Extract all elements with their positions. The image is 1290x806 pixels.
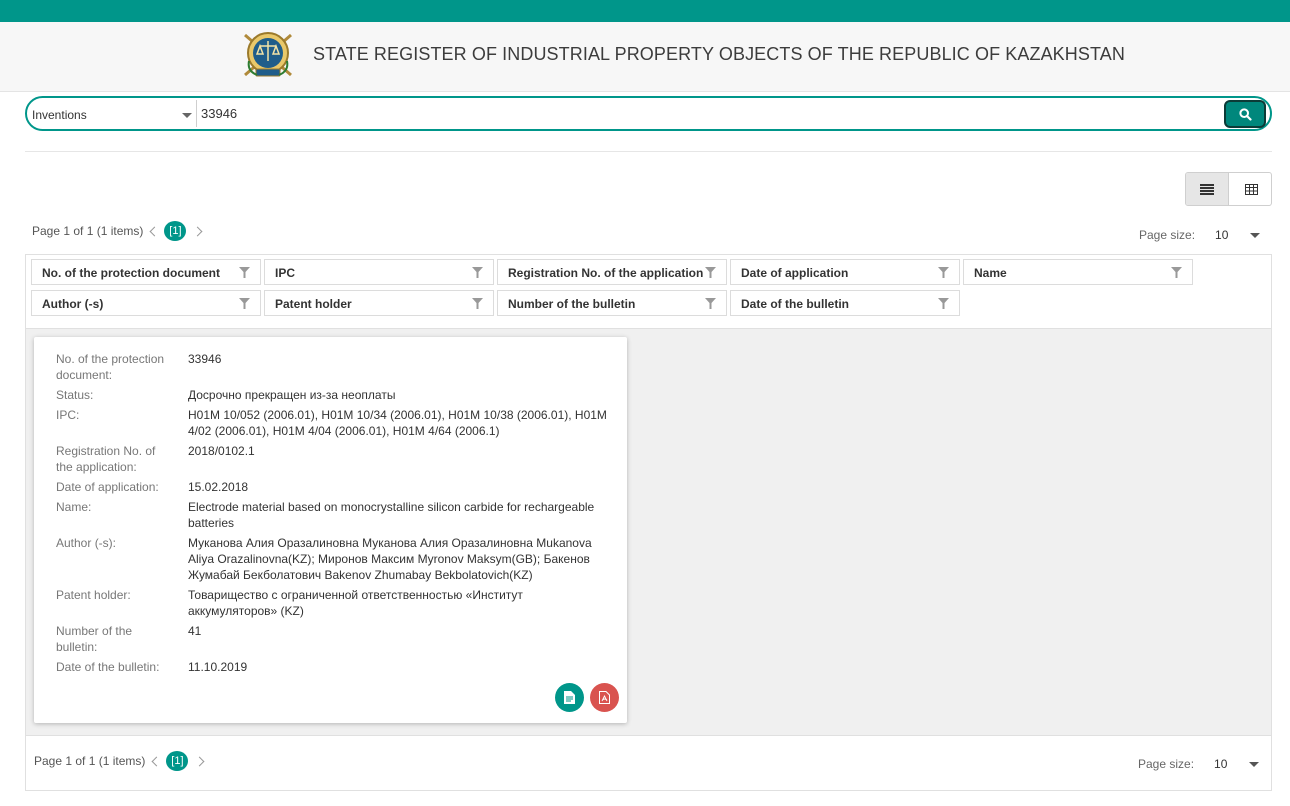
filter-label: Patent holder (275, 297, 352, 311)
page-size-top: Page size: 10 (1139, 228, 1261, 242)
filter-icon[interactable] (938, 298, 949, 309)
field-label: IPC: (56, 408, 80, 422)
filter-date-of-application[interactable]: Date of application (730, 259, 960, 285)
field-label: Date of the bulletin: (56, 660, 160, 674)
field-value: Товарищество с ограниченной ответственно… (188, 588, 523, 618)
caret-down-icon (182, 113, 192, 118)
field-value: 15.02.2018 (188, 480, 249, 494)
list-view-icon (1200, 183, 1214, 195)
caret-down-icon[interactable] (1249, 761, 1260, 767)
page-title: STATE REGISTER OF INDUSTRIAL PROPERTY OB… (313, 44, 1125, 64)
search-bar: Inventions (25, 96, 1272, 131)
search-icon (1238, 107, 1252, 121)
field-label: No. of the protection document: (56, 352, 165, 382)
results-area: No. of the protection document: 33946 St… (26, 329, 1271, 735)
download-pdf-button[interactable] (590, 683, 619, 712)
filter-label: Name (974, 266, 1007, 280)
view-toggle (1185, 172, 1272, 206)
filter-bulletin-date[interactable]: Date of the bulletin (730, 290, 960, 316)
filter-icon[interactable] (938, 267, 949, 278)
page-1-button[interactable]: [1] (164, 221, 187, 241)
pager-info: Page 1 of 1 (1 items) (32, 224, 144, 238)
pdf-icon (599, 691, 610, 704)
field-value: 41 (188, 624, 202, 638)
filter-icon[interactable] (705, 298, 716, 309)
pager-top: Page 1 of 1 (1 items) [1] (32, 220, 207, 242)
document-icon (564, 691, 575, 704)
top-accent-bar (0, 0, 1290, 22)
view-document-button[interactable] (555, 683, 584, 712)
field-value: Досрочно прекращен из-за неоплаты (188, 388, 396, 402)
filter-label: Date of application (741, 266, 849, 280)
field-label: Number of the bulletin: (56, 624, 133, 654)
field-label: Date of application: (56, 480, 159, 494)
pager-bottom-bar: Page 1 of 1 (1 items) [1] Page size: 10 (26, 735, 1271, 790)
field-label: Patent holder: (56, 588, 131, 602)
pager-bottom: Page 1 of 1 (1 items) [1] (34, 750, 209, 772)
filter-ipc[interactable]: IPC (264, 259, 494, 285)
field-label: Author (-s): (56, 536, 117, 550)
results-grid: No. of the protection document IPC Regis… (25, 254, 1272, 791)
chevron-left-icon[interactable] (149, 226, 160, 236)
chevron-left-icon[interactable] (151, 756, 162, 766)
page-size-value[interactable]: 10 (1214, 757, 1227, 771)
list-view-button[interactable] (1186, 173, 1229, 205)
field-value: 11.10.2019 (188, 660, 248, 674)
filter-icon[interactable] (705, 267, 716, 278)
page-size-bottom: Page size: 10 (1138, 757, 1260, 771)
grid-view-button[interactable] (1230, 173, 1271, 205)
emblem (237, 25, 299, 81)
page-1-button[interactable]: [1] (166, 751, 189, 771)
filter-icon[interactable] (239, 298, 250, 309)
filter-protection-document[interactable]: No. of the protection document (31, 259, 261, 285)
page-size-value[interactable]: 10 (1215, 228, 1228, 242)
page-size-label: Page size: (1138, 757, 1195, 771)
filter-label: No. of the protection document (42, 266, 220, 280)
search-button[interactable] (1224, 100, 1266, 128)
object-type-value: Inventions (32, 108, 87, 122)
filter-icon[interactable] (472, 298, 483, 309)
filter-label: Date of the bulletin (741, 297, 849, 311)
pager-info: Page 1 of 1 (1 items) (34, 754, 146, 768)
search-input[interactable] (199, 100, 1223, 127)
filter-registration-no[interactable]: Registration No. of the application (497, 259, 727, 285)
field-value: Electrode material based on monocrystall… (188, 500, 595, 530)
filter-label: Registration No. of the application (508, 266, 704, 280)
filter-label: IPC (275, 266, 296, 280)
field-label: Registration No. of the application: (56, 444, 156, 474)
chevron-right-icon[interactable] (194, 756, 205, 766)
field-value: Муканова Алия Оразалиновна Муканова Алия… (188, 536, 592, 582)
field-label: Name: (56, 500, 92, 514)
chevron-right-icon[interactable] (192, 226, 203, 236)
filter-patent-holder[interactable]: Patent holder (264, 290, 494, 316)
field-value: H01M 10/052 (2006.01), H01M 10/34 (2006.… (188, 408, 607, 438)
filter-icon[interactable] (239, 267, 250, 278)
grid-view-icon (1245, 183, 1258, 195)
record-card: No. of the protection document: 33946 St… (34, 337, 627, 723)
filter-label: Author (-s) (42, 297, 104, 311)
filter-icon[interactable] (472, 267, 483, 278)
filter-label: Number of the bulletin (508, 297, 636, 311)
caret-down-icon[interactable] (1250, 232, 1261, 238)
filter-bulletin-number[interactable]: Number of the bulletin (497, 290, 727, 316)
object-type-select[interactable]: Inventions (29, 100, 197, 127)
filter-panel: No. of the protection document IPC Regis… (26, 255, 1271, 329)
field-value: 33946 (188, 352, 222, 366)
divider (25, 151, 1272, 152)
field-label: Status: (56, 388, 94, 402)
filter-name[interactable]: Name (963, 259, 1193, 285)
header: STATE REGISTER OF INDUSTRIAL PROPERTY OB… (0, 22, 1290, 92)
filter-icon[interactable] (1171, 267, 1182, 278)
filter-author[interactable]: Author (-s) (31, 290, 261, 316)
page-size-label: Page size: (1139, 228, 1196, 242)
field-value: 2018/0102.1 (188, 444, 255, 458)
